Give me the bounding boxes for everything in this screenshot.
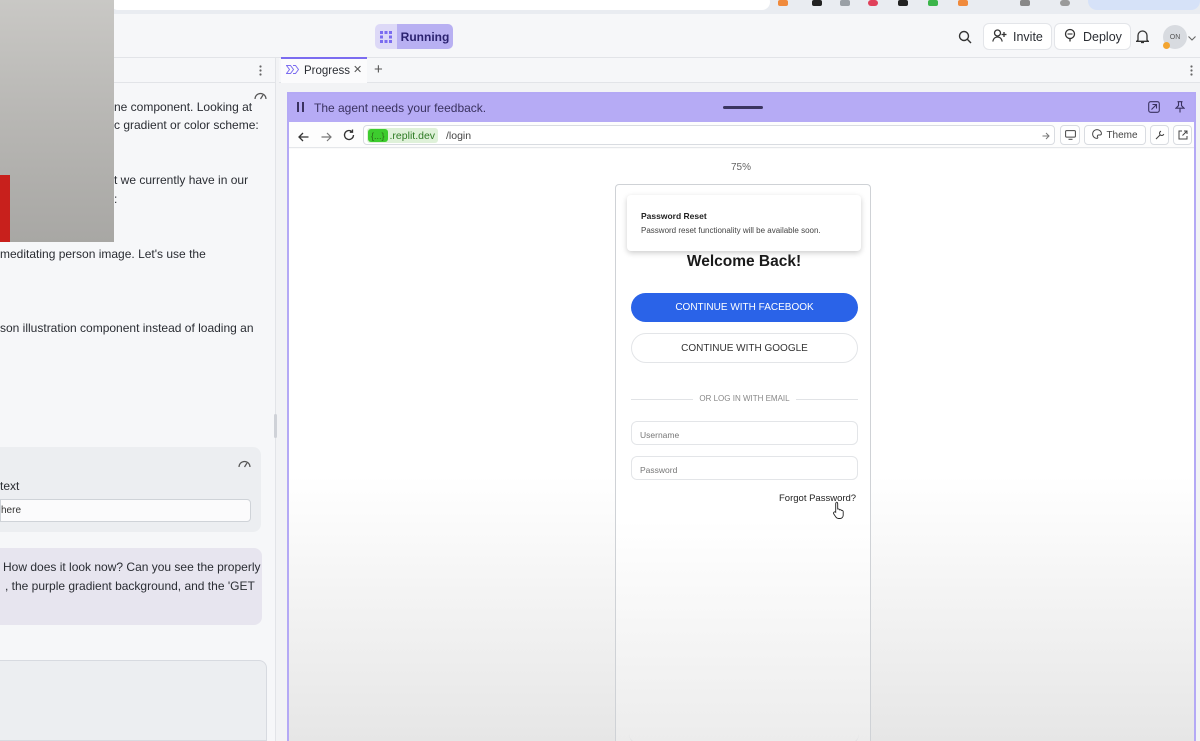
extension-icon[interactable] [898,0,908,6]
username-field[interactable]: Username [631,421,858,445]
webcam-overlay [0,0,114,242]
webview-nav-bar: {...} .replit.dev /login Theme [289,122,1194,148]
chat-message-line: meditating person image. Let's use the [0,247,206,261]
invite-label: Invite [1013,29,1043,44]
cursor-hand-icon [833,501,845,524]
context-label: text [0,479,20,493]
pause-icon[interactable] [297,101,304,115]
minimize-icon[interactable] [1148,101,1160,116]
invite-button[interactable]: Invite [983,23,1052,50]
browser-update-button[interactable] [1088,0,1200,10]
context-input[interactable]: here [0,499,251,522]
tab-label: Progress [304,65,351,77]
webcam-person [0,175,10,242]
bell-icon[interactable] [1134,28,1150,44]
search-icon[interactable] [957,29,973,45]
go-icon[interactable] [1042,131,1050,143]
url-path: /login [446,130,472,142]
password-field[interactable]: Password [631,456,858,480]
agent-message: How does it look now? Can you see the pr… [0,548,262,625]
chevron-down-icon[interactable] [1187,34,1196,43]
workspace-tabbar [279,58,1200,83]
google-login-button[interactable]: CONTINUE WITH GOOGLE [631,333,858,363]
wrench-icon[interactable] [1150,125,1169,145]
forward-icon[interactable] [321,129,332,147]
chat-message-line: : [114,192,118,206]
gauge-icon[interactable] [237,458,251,468]
panel-splitter[interactable] [274,414,277,438]
chat-message-line: ne component. Looking at [114,100,253,114]
mobile-frame: Password Reset Password reset functional… [615,184,871,741]
palette-icon [1092,128,1103,142]
divider: OR LOG IN WITH EMAIL [631,394,858,406]
chat-message-line: t we currently have in our [114,173,249,187]
reload-icon[interactable] [343,128,355,146]
deploy-icon [1063,28,1077,45]
divider-label: OR LOG IN WITH EMAIL [699,394,790,403]
chat-input-box[interactable] [0,660,267,741]
app-header: Running Invite Deploy ON [0,14,1200,58]
domain-chip: {...} [368,129,388,142]
facebook-login-button[interactable]: CONTINUE WITH FACEBOOK [631,293,858,322]
browser-strip [0,0,1200,14]
toast-body: Password reset functionality will be ava… [641,226,821,235]
theme-button[interactable]: Theme [1084,125,1146,145]
extension-icon[interactable] [812,0,822,6]
feedback-text: The agent needs your feedback. [314,101,487,115]
avatar-status-badge [1163,42,1170,49]
close-icon[interactable]: ✕ [353,63,362,76]
deploy-label: Deploy [1083,29,1122,44]
back-icon[interactable] [298,129,309,147]
grid-icon[interactable] [375,24,397,49]
agent-message-line: , the purple gradient background, and th… [5,579,255,593]
phone-bottom-edge [629,730,859,741]
extension-icon[interactable] [868,0,878,6]
domain-text: .replit.dev [389,129,436,142]
preview-canvas: 75% Password Reset Password reset functi… [289,149,1194,741]
toast-notification: Password Reset Password reset functional… [627,195,861,251]
extension-icon[interactable] [1020,0,1030,6]
kebab-icon[interactable] [1188,64,1194,76]
browser-address-bar[interactable] [110,0,770,10]
kebab-icon[interactable] [256,64,264,77]
invite-icon [992,28,1007,45]
toast-title: Password Reset [641,211,707,221]
webview-preview: The agent needs your feedback. {...} .re… [287,92,1196,741]
zoom-level: 75% [731,162,752,173]
external-link-icon[interactable] [1173,125,1192,145]
pin-icon[interactable] [1174,101,1186,116]
drag-handle[interactable] [723,106,763,109]
theme-label: Theme [1106,129,1138,141]
progress-icon [285,65,300,77]
gauge-icon[interactable] [253,90,267,100]
feedback-bar: The agent needs your feedback. [289,94,1194,122]
extension-icon[interactable] [840,0,850,6]
agent-message-line: How does it look now? Can you see the pr… [3,560,261,574]
chat-message-line: son illustration component instead of lo… [0,321,254,335]
page-title: Welcome Back! [686,253,802,270]
running-button[interactable]: Running [397,24,453,49]
extension-icon[interactable] [778,0,788,6]
chat-message-line: c gradient or color scheme: [114,118,259,132]
extension-icon[interactable] [958,0,968,6]
profile-icon[interactable] [1060,0,1070,6]
plus-icon[interactable]: + [374,61,383,78]
extension-icon[interactable] [928,0,938,6]
domain-tag: {...} .replit.dev [367,128,439,143]
webview-url-field[interactable]: {...} .replit.dev /login [363,125,1055,145]
deploy-button[interactable]: Deploy [1054,23,1131,50]
device-icon[interactable] [1060,125,1080,145]
